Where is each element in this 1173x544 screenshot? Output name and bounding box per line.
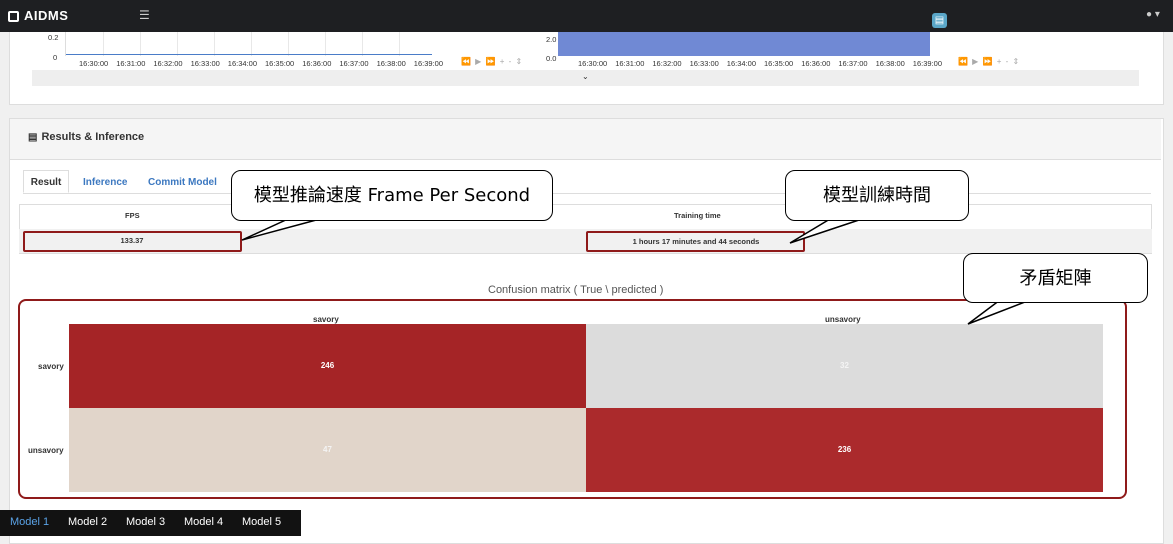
- callout-training-time: 模型訓練時間: [785, 170, 969, 221]
- callout-training-time-text: 模型訓練時間: [823, 185, 931, 206]
- callout-fps-text: 模型推論速度 Frame Per Second: [253, 185, 531, 206]
- callout-confusion: 矛盾矩陣: [963, 253, 1148, 303]
- callout-fps: 模型推論速度 Frame Per Second: [231, 170, 553, 221]
- callout-confusion-text: 矛盾矩陣: [1019, 268, 1092, 289]
